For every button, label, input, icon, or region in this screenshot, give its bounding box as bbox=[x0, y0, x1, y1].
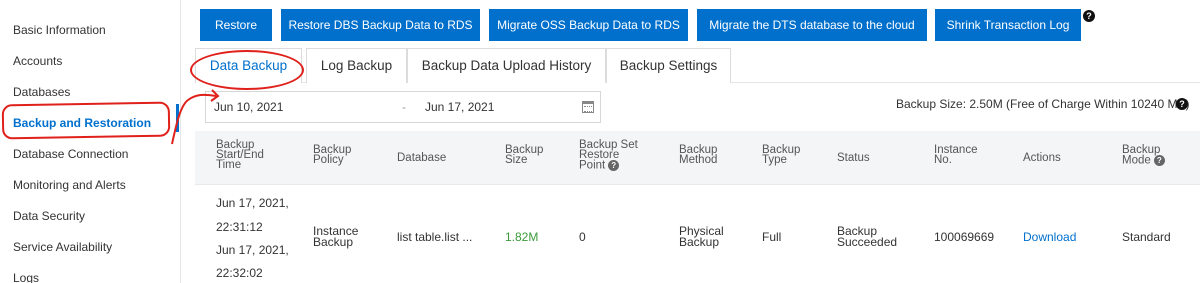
cell-restore-point: 0 bbox=[579, 230, 586, 244]
sidebar-item-service-availability[interactable]: Service Availability bbox=[13, 240, 112, 254]
help-icon[interactable]: ? bbox=[1176, 98, 1188, 110]
backup-start-date: Jun 17, 2021, bbox=[216, 196, 289, 210]
backup-start-time: 22:31:12 bbox=[216, 220, 263, 234]
cell-backup-method: Physical Backup bbox=[679, 224, 724, 249]
cell-database: list table.list ... bbox=[397, 230, 473, 244]
date-range-picker[interactable]: Jun 10, 2021 - Jun 17, 2021 bbox=[205, 91, 601, 123]
backup-end-time: 22:32:02 bbox=[216, 266, 263, 280]
column-header-start-end-time: Backup Start/End Time bbox=[216, 139, 264, 171]
backup-end-date: Jun 17, 2021, bbox=[216, 243, 289, 257]
sidebar-item-databases[interactable]: Databases bbox=[13, 85, 70, 99]
shrink-transaction-log-button[interactable]: Shrink Transaction Log bbox=[935, 9, 1081, 41]
column-header-restore-point: Backup Set Restore Point? bbox=[579, 139, 644, 171]
date-separator: - bbox=[402, 100, 406, 114]
column-header-backup-size: Backup Size bbox=[505, 144, 544, 166]
sidebar-item-monitoring-and-alerts[interactable]: Monitoring and Alerts bbox=[13, 178, 126, 192]
tab-log-backup[interactable]: Log Backup bbox=[306, 48, 407, 83]
cell-instance-no: 100069669 bbox=[934, 230, 995, 244]
column-header-status: Status bbox=[837, 152, 870, 164]
backup-size-summary: Backup Size: 2.50M (Free of Charge Withi… bbox=[896, 97, 1190, 111]
annotation-circle-tab bbox=[190, 50, 304, 90]
column-header-backup-policy: Backup Policy bbox=[313, 144, 352, 166]
restore-dbs-backup-button[interactable]: Restore DBS Backup Data to RDS bbox=[281, 9, 480, 41]
sidebar-item-basic-information[interactable]: Basic Information bbox=[13, 23, 106, 37]
column-header-backup-method: Backup Method bbox=[679, 144, 718, 166]
help-icon[interactable]: ? bbox=[1153, 155, 1165, 166]
cell-backup-size: 1.82M bbox=[505, 230, 539, 244]
cell-backup-mode: Standard bbox=[1122, 230, 1171, 244]
tab-backup-data-upload-history[interactable]: Backup Data Upload History bbox=[407, 48, 606, 83]
column-header-database: Database bbox=[397, 152, 447, 164]
cell-backup-policy: Instance Backup bbox=[313, 224, 359, 249]
sidebar-item-database-connection[interactable]: Database Connection bbox=[13, 147, 128, 161]
column-header-instance-no: Instance No. bbox=[934, 144, 978, 166]
restore-button[interactable]: Restore bbox=[200, 9, 272, 41]
help-icon[interactable]: ? bbox=[608, 160, 620, 171]
column-header-actions: Actions bbox=[1023, 152, 1061, 164]
calendar-icon[interactable] bbox=[582, 101, 594, 113]
sidebar-item-logs[interactable]: Logs bbox=[13, 271, 39, 283]
help-icon[interactable]: ? bbox=[1083, 10, 1095, 22]
annotation-circle-sidebar bbox=[1, 101, 171, 140]
download-link[interactable]: Download bbox=[1023, 231, 1076, 243]
column-header-backup-type: Backup Type bbox=[762, 144, 801, 166]
migrate-oss-backup-button[interactable]: Migrate OSS Backup Data to RDS bbox=[489, 9, 688, 41]
tab-backup-settings[interactable]: Backup Settings bbox=[606, 48, 731, 83]
sidebar-item-accounts[interactable]: Accounts bbox=[13, 54, 62, 68]
column-header-backup-mode: Backup Mode? bbox=[1122, 144, 1177, 166]
sidebar: Basic Information Accounts Databases Bac… bbox=[0, 0, 181, 283]
cell-status: Backup Succeeded bbox=[837, 224, 898, 249]
end-date[interactable]: Jun 17, 2021 bbox=[425, 100, 494, 114]
cell-backup-type: Full bbox=[762, 230, 782, 244]
sidebar-item-data-security[interactable]: Data Security bbox=[13, 209, 85, 223]
migrate-dts-button[interactable]: Migrate the DTS database to the cloud bbox=[697, 9, 927, 41]
